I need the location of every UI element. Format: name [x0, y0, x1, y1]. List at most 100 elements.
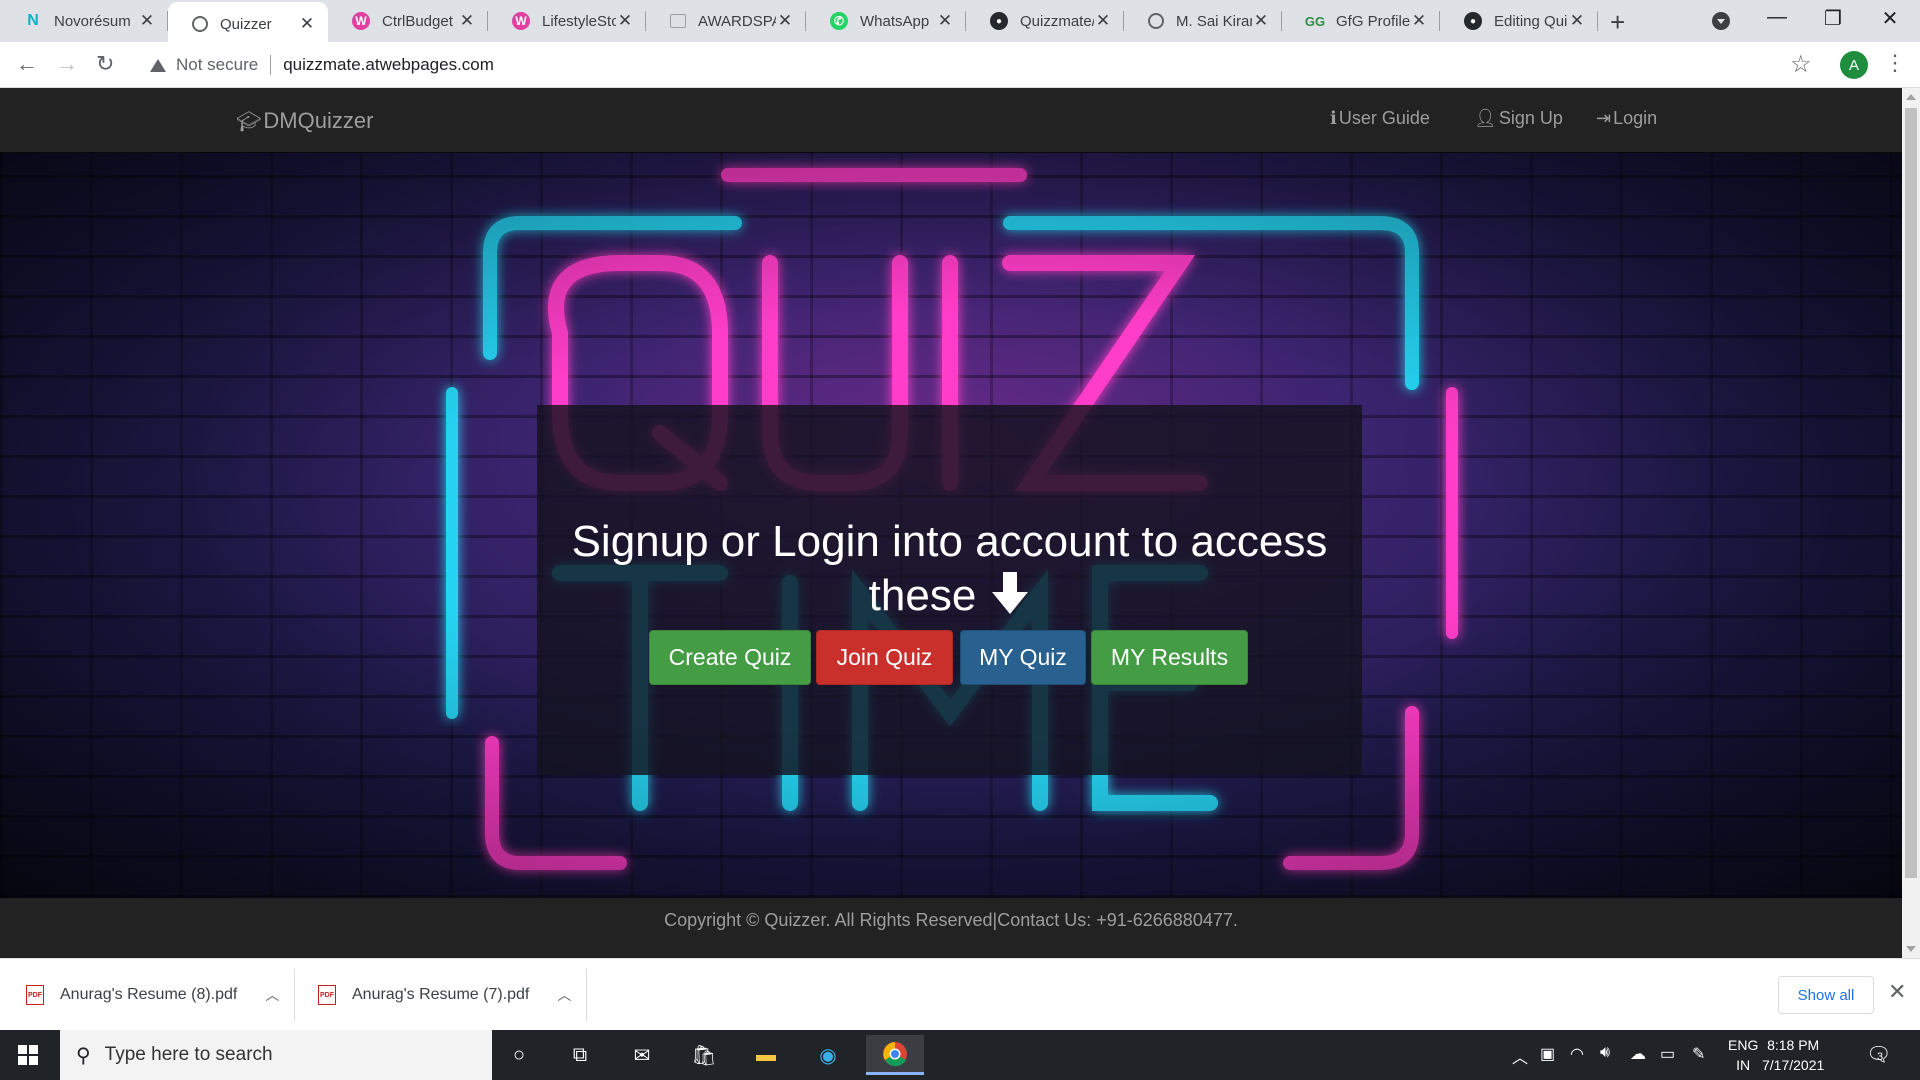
back-button[interactable]: ← — [16, 51, 38, 77]
info-circle-icon: ℹ — [1330, 108, 1337, 128]
notification-count: 3 — [1877, 1051, 1884, 1063]
download-item[interactable]: PDF Anurag's Resume (7).pdf ︿ — [318, 959, 571, 1031]
arrow-down-icon — [992, 572, 1029, 614]
user-icon: 👤︎ — [1474, 108, 1497, 128]
new-tab-button[interactable]: + — [1610, 7, 1625, 38]
page-icon — [670, 14, 686, 28]
reload-button[interactable]: ↻ — [96, 51, 114, 77]
cortana-icon[interactable]: ○ — [503, 1040, 535, 1070]
webhost-icon: W — [352, 12, 370, 30]
scroll-down-arrow[interactable] — [1906, 946, 1916, 952]
tab-whatsapp[interactable]: ✆ WhatsApp ✕ — [806, 0, 966, 42]
download-item[interactable]: PDF Anurag's Resume (8).pdf ︿ — [26, 959, 279, 1031]
site-brand[interactable]: 🎓︎ DMQuizzer — [236, 108, 373, 134]
forward-button[interactable]: → — [56, 51, 78, 77]
wifi-icon[interactable]: ◠ — [1570, 1044, 1584, 1064]
brand-text: DMQuizzer — [263, 108, 374, 133]
gfg-icon: GG — [1304, 13, 1326, 29]
close-icon[interactable]: ✕ — [298, 14, 316, 34]
graduation-cap-icon: 🎓︎ — [236, 110, 262, 133]
store-icon[interactable]: 🛍︎ — [688, 1040, 720, 1070]
taskbar-clock[interactable]: 8:18 PM 7/17/2021 — [1762, 1035, 1824, 1075]
tab-novoresume[interactable]: N Novorésum ✕ — [0, 0, 168, 42]
file-explorer-icon[interactable]: ▬ — [750, 1040, 782, 1070]
tray-overflow-icon[interactable]: ︿ — [1512, 1044, 1528, 1068]
nav-login[interactable]: ⇥ Login — [1596, 108, 1657, 129]
close-shelf-icon[interactable]: ✕ — [1888, 979, 1906, 1005]
tab-awardspace[interactable]: AWARDSPA ✕ — [646, 0, 806, 42]
tab-title: GfG Profile — [1336, 12, 1410, 30]
action-buttons: Create Quiz Join Quiz MY Quiz MY Results — [649, 630, 1253, 685]
close-icon[interactable]: ✕ — [138, 11, 156, 31]
edge-icon[interactable]: ◉ — [812, 1040, 844, 1070]
profile-avatar[interactable]: A — [1840, 51, 1868, 79]
menu-kebab-icon[interactable]: ⋮ — [1884, 50, 1906, 76]
language-indicator[interactable]: ENG IN — [1728, 1035, 1758, 1075]
security-label[interactable]: Not secure — [176, 55, 258, 75]
headline-text: Signup or Login into account to access t… — [571, 517, 1328, 620]
show-all-button[interactable]: Show all — [1778, 976, 1874, 1014]
pen-icon[interactable]: ✎ — [1692, 1044, 1705, 1064]
chrome-icon[interactable] — [866, 1035, 924, 1075]
window-close-button[interactable]: ✕ — [1870, 6, 1910, 31]
my-results-button[interactable]: MY Results — [1091, 630, 1248, 685]
scroll-up-arrow[interactable] — [1906, 94, 1916, 100]
github-icon: ● — [990, 12, 1008, 30]
site-footer: Copyright © Quizzer. All Rights Reserved… — [0, 898, 1902, 958]
hero-headline: Signup or Login into account to access t… — [537, 515, 1362, 623]
close-icon[interactable]: ✕ — [458, 11, 476, 31]
nav-label: User Guide — [1338, 108, 1430, 128]
tab-ctrlbudget[interactable]: W CtrlBudget ✕ — [328, 0, 488, 42]
browser-toolbar: ← → ↻ Not secure quizzmate.atwebpages.co… — [0, 42, 1920, 88]
page-scrollbar[interactable] — [1902, 88, 1920, 958]
search-placeholder: Type here to search — [104, 1044, 273, 1065]
nav-user-guide[interactable]: ℹ User Guide — [1330, 108, 1430, 129]
meet-now-icon[interactable]: ▣ — [1540, 1044, 1555, 1064]
tab-quizzer[interactable]: Quizzer ✕ — [168, 2, 328, 46]
close-icon[interactable]: ✕ — [1410, 11, 1428, 31]
hero-banner: Signup or Login into account to access t… — [0, 153, 1902, 898]
onedrive-icon[interactable]: ☁ — [1630, 1044, 1646, 1064]
clock-date: 7/17/2021 — [1762, 1057, 1825, 1073]
battery-icon[interactable]: ▭ — [1660, 1044, 1675, 1064]
close-icon[interactable]: ✕ — [1094, 11, 1112, 31]
bookmark-star-icon[interactable]: ☆ — [1790, 50, 1812, 79]
volume-icon[interactable]: 🔊︎ — [1600, 1044, 1610, 1062]
site-navbar: 🎓︎ DMQuizzer ℹ User Guide 👤︎ Sign Up ⇥ L… — [0, 88, 1902, 153]
nav-label: Login — [1613, 108, 1658, 128]
windows-taskbar: ⚲ Type here to search ○ ⧉ ✉ 🛍︎ ▬ ◉ ︿ ▣ ◠… — [0, 1030, 1920, 1080]
tab-github-quizzmate[interactable]: ● Quizzmate/ ✕ — [966, 0, 1124, 42]
scroll-thumb[interactable] — [1905, 108, 1917, 878]
create-quiz-button[interactable]: Create Quiz — [649, 630, 811, 685]
close-icon[interactable]: ✕ — [1568, 11, 1586, 31]
taskbar-search-box[interactable]: ⚲ Type here to search — [60, 1030, 492, 1080]
close-icon[interactable]: ✕ — [616, 11, 634, 31]
task-view-icon[interactable]: ⧉ — [564, 1040, 596, 1070]
chevron-up-icon[interactable]: ︿ — [265, 985, 279, 1005]
tab-title: WhatsApp — [860, 12, 930, 30]
close-icon[interactable]: ✕ — [1252, 11, 1270, 31]
notification-center-icon[interactable]: 🗨︎ 3 — [1866, 1042, 1891, 1067]
restore-button[interactable]: ❐ — [1813, 6, 1853, 31]
tab-lifestylestore[interactable]: W LifestyleSto ✕ — [488, 0, 646, 42]
chevron-up-icon[interactable]: ︿ — [557, 985, 571, 1005]
tab-sai-kiran[interactable]: M. Sai Kiran ✕ — [1124, 0, 1282, 42]
url-text[interactable]: quizzmate.atwebpages.com — [283, 55, 494, 75]
tab-title: M. Sai Kiran — [1176, 12, 1252, 30]
my-quiz-button[interactable]: MY Quiz — [960, 630, 1086, 685]
mail-icon[interactable]: ✉ — [626, 1040, 658, 1070]
close-icon[interactable]: ✕ — [776, 11, 794, 31]
nav-label: Sign Up — [1498, 108, 1563, 128]
join-quiz-button[interactable]: Join Quiz — [816, 630, 953, 685]
minimize-button[interactable]: — — [1757, 6, 1797, 29]
nav-sign-up[interactable]: 👤︎ Sign Up — [1474, 108, 1563, 129]
tab-github-editing[interactable]: ● Editing Qui ✕ — [1440, 0, 1598, 42]
close-icon[interactable]: ✕ — [936, 11, 954, 31]
address-bar[interactable]: Not secure quizzmate.atwebpages.com — [136, 47, 1806, 83]
tab-title: AWARDSPA — [698, 12, 776, 30]
tab-search-icon[interactable] — [1712, 12, 1730, 30]
tab-gfg-profile[interactable]: GG GfG Profile ✕ — [1282, 0, 1440, 42]
tab-title: Editing Qui — [1494, 12, 1568, 30]
pdf-file-icon: PDF — [26, 985, 44, 1005]
windows-start-icon[interactable] — [18, 1045, 38, 1065]
